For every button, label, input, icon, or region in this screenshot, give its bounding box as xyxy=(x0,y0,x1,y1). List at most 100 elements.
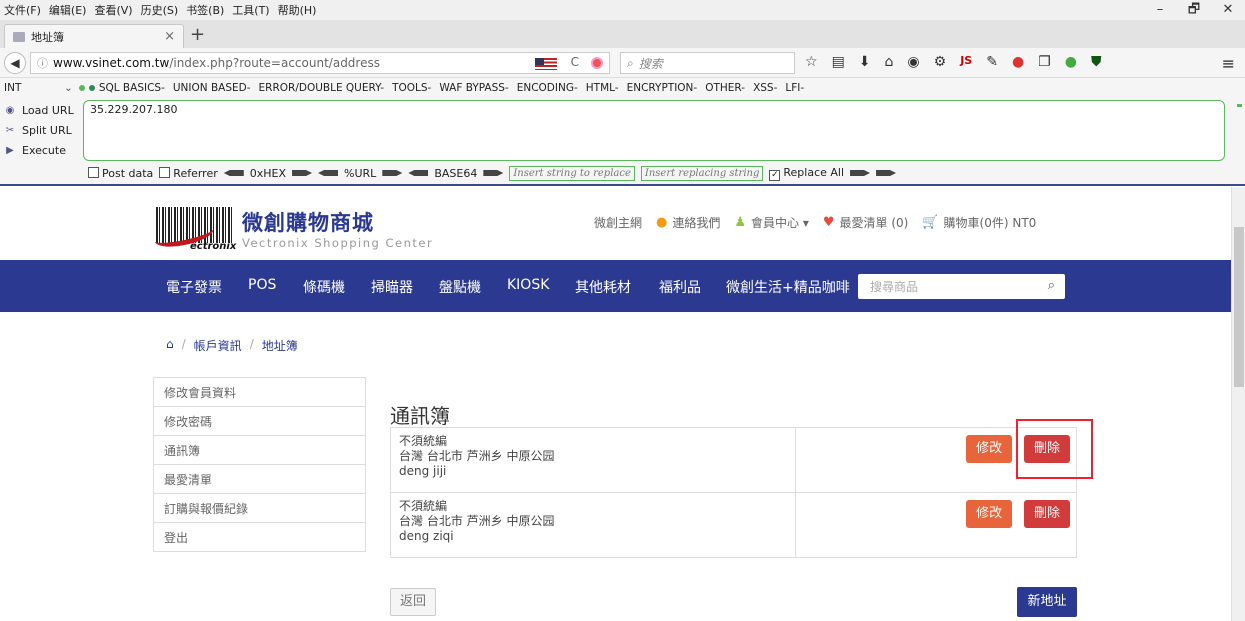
nav-kiosk[interactable]: KIOSK xyxy=(507,277,549,293)
arrow-left-icon[interactable] xyxy=(408,170,429,176)
arrow-left-icon[interactable] xyxy=(318,170,339,176)
back-button[interactable]: 返回 xyxy=(390,588,436,616)
tabs-icon[interactable]: ❐ xyxy=(1038,54,1051,70)
execute-button[interactable]: ▶ Execute xyxy=(4,140,74,160)
shield-icon[interactable]: ⛊ xyxy=(1091,54,1102,70)
sidebar-item-change-password[interactable]: 修改密碼 xyxy=(153,406,366,436)
addon-red-icon[interactable]: ● xyxy=(1012,54,1024,70)
product-search-input[interactable]: 搜尋商品 ⌕ xyxy=(858,274,1065,299)
member-center-dropdown[interactable]: ♟ 會員中心 ▾ xyxy=(734,214,809,231)
delete-button[interactable]: 刪除 xyxy=(1023,500,1070,528)
post-data-checkbox[interactable]: Post data xyxy=(88,166,153,180)
hamburger-menu-icon[interactable]: ≡ xyxy=(1222,54,1235,73)
hackbar-menu-lfi[interactable]: LFI- xyxy=(785,82,804,94)
hackbar-menu-encoding[interactable]: ENCODING- xyxy=(517,82,578,94)
extension-orb-icon[interactable] xyxy=(591,57,603,69)
browser-search-input[interactable]: ⌕ 搜索 xyxy=(620,52,795,74)
split-url-button[interactable]: ✂ Split URL xyxy=(4,120,74,140)
load-url-button[interactable]: ◉ Load URL xyxy=(4,100,74,120)
page-scrollbar[interactable] xyxy=(1231,187,1245,621)
minimize-button[interactable]: – xyxy=(1143,0,1177,20)
sidebar-item-address-book[interactable]: 通訊簿 xyxy=(153,435,366,465)
nav-lifestyle-coffee[interactable]: 微創生活+精品咖啡 xyxy=(726,277,850,297)
site-subtitle: Vectronix Shopping Center xyxy=(242,236,434,250)
addon-icon[interactable]: ⚙ xyxy=(934,54,947,70)
home-icon[interactable]: ⌂ xyxy=(885,54,894,70)
referrer-checkbox[interactable]: Referrer xyxy=(159,166,218,180)
arrow-right-icon[interactable] xyxy=(382,170,403,176)
nav-pos[interactable]: POS xyxy=(248,277,276,293)
split-url-label: Split URL xyxy=(22,123,72,137)
info-icon[interactable]: ⓘ xyxy=(37,55,48,71)
site-title[interactable]: 微創購物商城 xyxy=(242,207,374,237)
arrow-left-icon[interactable] xyxy=(223,170,244,176)
js-toggle-icon[interactable]: JS xyxy=(960,54,972,70)
cart-icon: 🛒 xyxy=(922,215,939,230)
hackbar-menu-waf[interactable]: WAF BYPASS- xyxy=(439,82,508,94)
new-address-button[interactable]: 新地址 xyxy=(1017,587,1077,617)
hackbar-menu-tools[interactable]: TOOLS- xyxy=(392,82,431,94)
replace-all-checkbox[interactable]: ✓ Replace All xyxy=(769,166,844,181)
breadcrumb-account[interactable]: 帳戶資訊 xyxy=(194,337,242,354)
hackbar-menu-xss[interactable]: XSS- xyxy=(753,82,777,94)
pin-icon[interactable]: ✎ xyxy=(986,54,998,70)
hackbar-int-select[interactable]: INT xyxy=(0,82,64,94)
addon-green-icon[interactable]: ● xyxy=(1065,54,1077,70)
new-tab-button[interactable]: + xyxy=(190,24,205,46)
contact-link[interactable]: ● 連絡我們 xyxy=(656,214,720,231)
sidebar-item-logout[interactable]: 登出 xyxy=(153,522,366,552)
home-icon[interactable]: ⌂ xyxy=(166,337,174,354)
menu-view[interactable]: 查看(V) xyxy=(90,2,136,18)
hackbar-menu-error[interactable]: ERROR/DOUBLE QUERY- xyxy=(259,82,385,94)
bookmark-star-icon[interactable]: ☆ xyxy=(805,54,818,70)
green-dot-icon xyxy=(78,85,85,91)
hackbar-menu-other[interactable]: OTHER- xyxy=(705,82,745,94)
nav-e-invoice[interactable]: 電子發票 xyxy=(166,277,222,297)
hackbar-url-textarea[interactable]: 35.229.207.180 xyxy=(83,100,1225,161)
download-icon[interactable]: ⬇ xyxy=(859,54,871,70)
arrow-right-icon[interactable] xyxy=(876,170,897,176)
site-logo[interactable]: ectronix xyxy=(152,207,236,253)
menu-bookmarks[interactable]: 书签(B) xyxy=(182,2,228,18)
dropdown-chevron-icon[interactable]: ⌄ xyxy=(64,82,73,94)
back-arrow-icon[interactable]: ◀ xyxy=(4,51,26,74)
cart-link[interactable]: 🛒 購物車(0件) NT0 xyxy=(922,214,1036,231)
edit-button[interactable]: 修改 xyxy=(966,435,1013,463)
replace-from-input[interactable]: Insert string to replace xyxy=(509,165,635,181)
hackbar-menu-sql-basics[interactable]: SQL BASICS- xyxy=(99,82,165,94)
main-site-link[interactable]: 微創主網 xyxy=(594,214,642,231)
reading-list-icon[interactable]: ▤ xyxy=(832,54,845,70)
nav-inventory-terminal[interactable]: 盤點機 xyxy=(439,277,481,297)
menu-tools[interactable]: 工具(T) xyxy=(228,2,273,18)
scrollbar-thumb[interactable] xyxy=(1234,227,1244,387)
sidebar-item-wishlist[interactable]: 最愛清單 xyxy=(153,464,366,494)
nav-scanner[interactable]: 掃瞄器 xyxy=(371,277,413,297)
arrow-right-icon[interactable] xyxy=(483,170,504,176)
edit-button[interactable]: 修改 xyxy=(966,500,1013,528)
search-icon[interactable]: ⌕ xyxy=(1048,278,1055,293)
replace-to-input[interactable]: Insert replacing string xyxy=(640,165,764,181)
sidebar-item-edit-profile[interactable]: 修改會員資料 xyxy=(153,377,366,407)
hackbar-menu-union[interactable]: UNION BASED- xyxy=(173,82,251,94)
nav-welfare-items[interactable]: 福利品 xyxy=(659,277,701,297)
close-window-button[interactable]: ✕ xyxy=(1211,0,1245,20)
hackbar-menu-encryption[interactable]: ENCRYPTION- xyxy=(627,82,698,94)
menu-file[interactable]: 文件(F) xyxy=(0,2,45,18)
arrow-right-icon[interactable] xyxy=(850,170,871,176)
restore-button[interactable]: 🗗 xyxy=(1177,0,1211,20)
sidebar-item-orders[interactable]: 訂購與報價紀錄 xyxy=(153,493,366,523)
tab-address-book[interactable]: 地址簿 × xyxy=(4,24,184,48)
nav-barcode-printer[interactable]: 條碼機 xyxy=(303,277,345,297)
tab-close-icon[interactable]: × xyxy=(164,29,175,44)
menu-history[interactable]: 历史(S) xyxy=(137,2,183,18)
hackbar-menu-html[interactable]: HTML- xyxy=(586,82,619,94)
menu-edit[interactable]: 编辑(E) xyxy=(45,2,91,18)
wishlist-link[interactable]: ♥ 最愛清單 (0) xyxy=(823,214,908,231)
menu-help[interactable]: 帮助(H) xyxy=(274,2,321,18)
url-bar[interactable]: ⓘ www.vsinet.com.tw /index.php?route=acc… xyxy=(30,52,610,74)
reload-icon[interactable]: C xyxy=(571,55,579,69)
globe-icon[interactable]: ◉ xyxy=(907,54,919,70)
nav-consumables[interactable]: 其他耗材 xyxy=(575,277,631,297)
arrow-right-icon[interactable] xyxy=(292,170,313,176)
breadcrumb-address-book[interactable]: 地址簿 xyxy=(262,337,298,354)
